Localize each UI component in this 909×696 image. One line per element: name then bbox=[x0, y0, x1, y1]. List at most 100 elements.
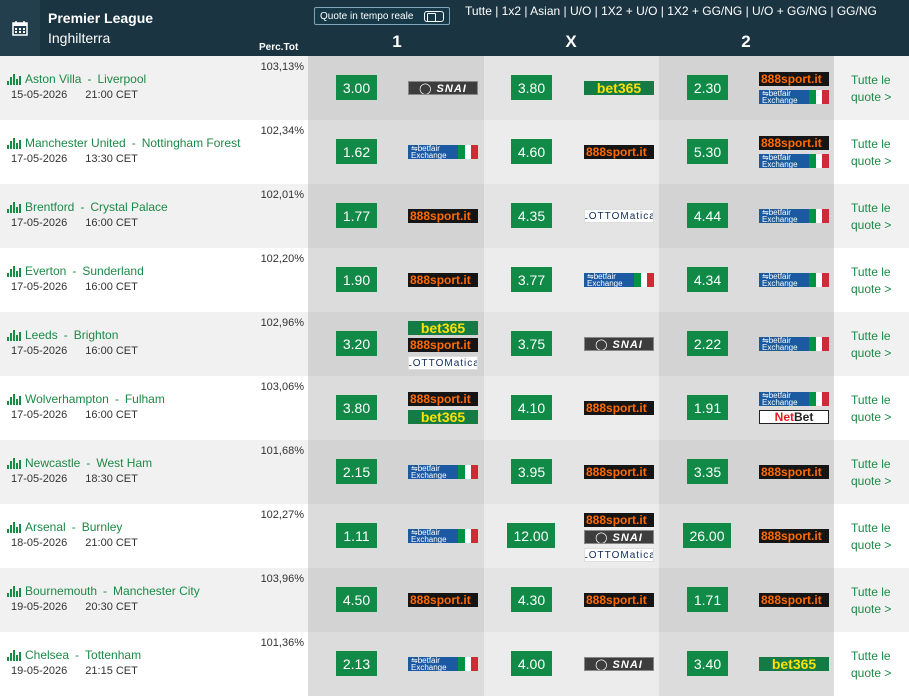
lottomatica-logo[interactable]: LOTTOMatica bbox=[584, 209, 654, 223]
all-odds-label[interactable]: Tutte le bbox=[851, 584, 891, 601]
away-team[interactable]: Sunderland bbox=[82, 264, 143, 278]
odds-button-2[interactable]: 1.71 bbox=[687, 587, 728, 612]
odds-button-1[interactable]: 2.13 bbox=[336, 651, 377, 676]
888sport-logo[interactable]: 888 sport.it bbox=[408, 209, 478, 223]
netbet-logo[interactable]: Net Bet bbox=[759, 410, 829, 424]
match-teams[interactable]: Wolverhampton - Fulham bbox=[25, 392, 165, 406]
match-teams[interactable]: Brentford - Crystal Palace bbox=[25, 200, 168, 214]
away-team[interactable]: Burnley bbox=[82, 520, 123, 534]
snai-logo[interactable]: ◯ SNAI bbox=[584, 657, 654, 671]
odds-button-1[interactable]: 3.20 bbox=[336, 331, 377, 356]
home-team[interactable]: Chelsea bbox=[25, 648, 69, 662]
all-odds-link[interactable]: Tutte le quote > bbox=[851, 264, 891, 298]
odds-button-2[interactable]: 1.91 bbox=[687, 395, 728, 420]
snai-logo[interactable]: ◯ SNAI bbox=[408, 81, 478, 95]
888sport-logo[interactable]: 888 sport.it bbox=[408, 273, 478, 287]
888sport-logo[interactable]: 888 sport.it bbox=[759, 72, 829, 86]
snai-logo[interactable]: ◯ SNAI bbox=[584, 337, 654, 351]
odds-button-2[interactable]: 3.40 bbox=[687, 651, 728, 676]
888sport-logo[interactable]: 888 sport.it bbox=[759, 136, 829, 150]
match-teams[interactable]: Aston Villa - Liverpool bbox=[25, 72, 146, 86]
lottomatica-logo[interactable]: LOTTOMatica bbox=[584, 548, 654, 562]
betfair-exchange-logo[interactable]: ⇋betfair Exchange bbox=[759, 90, 829, 104]
stats-icon[interactable] bbox=[7, 74, 21, 85]
odds-button-2[interactable]: 4.34 bbox=[687, 267, 728, 292]
live-odds-toggle[interactable]: Quote in tempo reale bbox=[314, 7, 450, 25]
home-team[interactable]: Newcastle bbox=[25, 456, 80, 470]
888sport-logo[interactable]: 888 sport.it bbox=[584, 465, 654, 479]
match-teams[interactable]: Everton - Sunderland bbox=[25, 264, 144, 278]
all-odds-label[interactable]: quote > bbox=[851, 665, 891, 682]
stats-icon[interactable] bbox=[7, 458, 21, 469]
toggle-icon[interactable] bbox=[424, 11, 444, 22]
match-teams[interactable]: Newcastle - West Ham bbox=[25, 456, 152, 470]
betfair-exchange-logo[interactable]: ⇋betfair Exchange bbox=[408, 657, 478, 671]
odds-button-1[interactable]: 4.50 bbox=[336, 587, 377, 612]
home-team[interactable]: Manchester United bbox=[25, 136, 126, 150]
all-odds-label[interactable]: quote > bbox=[851, 537, 891, 554]
betfair-exchange-logo[interactable]: ⇋betfair Exchange bbox=[408, 465, 478, 479]
stats-icon[interactable] bbox=[7, 522, 21, 533]
all-odds-link[interactable]: Tutte le quote > bbox=[851, 584, 891, 618]
odds-button-1[interactable]: 1.11 bbox=[336, 523, 377, 548]
match-teams[interactable]: Manchester United - Nottingham Forest bbox=[25, 136, 240, 150]
all-odds-link[interactable]: Tutte le quote > bbox=[851, 392, 891, 426]
odds-button-x[interactable]: 4.35 bbox=[511, 203, 552, 228]
odds-button-x[interactable]: 4.60 bbox=[511, 139, 552, 164]
all-odds-label[interactable]: quote > bbox=[851, 89, 891, 106]
odds-button-2[interactable]: 2.30 bbox=[687, 75, 728, 100]
bet365-logo[interactable]: bet365 bbox=[759, 657, 829, 671]
match-teams[interactable]: Bournemouth - Manchester City bbox=[25, 584, 200, 598]
home-team[interactable]: Arsenal bbox=[25, 520, 66, 534]
odds-button-1[interactable]: 3.00 bbox=[336, 75, 377, 100]
888sport-logo[interactable]: 888 sport.it bbox=[759, 593, 829, 607]
betfair-exchange-logo[interactable]: ⇋betfair Exchange bbox=[759, 273, 829, 287]
away-team[interactable]: Crystal Palace bbox=[90, 200, 167, 214]
all-odds-label[interactable]: Tutte le bbox=[851, 264, 891, 281]
bet365-logo[interactable]: bet365 bbox=[408, 321, 478, 335]
odds-button-x[interactable]: 3.77 bbox=[511, 267, 552, 292]
away-team[interactable]: Manchester City bbox=[113, 584, 200, 598]
all-odds-label[interactable]: quote > bbox=[851, 153, 891, 170]
home-team[interactable]: Brentford bbox=[25, 200, 74, 214]
lottomatica-logo[interactable]: LOTTOMatica bbox=[408, 356, 478, 370]
888sport-logo[interactable]: 888 sport.it bbox=[584, 593, 654, 607]
all-odds-link[interactable]: Tutte le quote > bbox=[851, 72, 891, 106]
all-odds-label[interactable]: quote > bbox=[851, 281, 891, 298]
odds-button-x[interactable]: 12.00 bbox=[507, 523, 555, 548]
betfair-exchange-logo[interactable]: ⇋betfair Exchange bbox=[759, 154, 829, 168]
odds-button-2[interactable]: 4.44 bbox=[687, 203, 728, 228]
all-odds-label[interactable]: Tutte le bbox=[851, 456, 891, 473]
stats-icon[interactable] bbox=[7, 138, 21, 149]
888sport-logo[interactable]: 888 sport.it bbox=[759, 465, 829, 479]
888sport-logo[interactable]: 888 sport.it bbox=[584, 401, 654, 415]
stats-icon[interactable] bbox=[7, 330, 21, 341]
betfair-exchange-logo[interactable]: ⇋betfair Exchange bbox=[408, 145, 478, 159]
away-team[interactable]: Brighton bbox=[74, 328, 119, 342]
stats-icon[interactable] bbox=[7, 266, 21, 277]
all-odds-label[interactable]: Tutte le bbox=[851, 328, 891, 345]
all-odds-label[interactable]: Tutte le bbox=[851, 648, 891, 665]
home-team[interactable]: Bournemouth bbox=[25, 584, 97, 598]
888sport-logo[interactable]: 888 sport.it bbox=[408, 338, 478, 352]
all-odds-label[interactable]: quote > bbox=[851, 473, 891, 490]
bet365-logo[interactable]: bet365 bbox=[584, 81, 654, 95]
home-team[interactable]: Aston Villa bbox=[25, 72, 81, 86]
betfair-exchange-logo[interactable]: ⇋betfair Exchange bbox=[408, 529, 478, 543]
odds-button-x[interactable]: 3.95 bbox=[511, 459, 552, 484]
odds-button-1[interactable]: 1.77 bbox=[336, 203, 377, 228]
all-odds-label[interactable]: quote > bbox=[851, 601, 891, 618]
all-odds-label[interactable]: quote > bbox=[851, 409, 891, 426]
all-odds-label[interactable]: quote > bbox=[851, 217, 891, 234]
away-team[interactable]: West Ham bbox=[96, 456, 152, 470]
away-team[interactable]: Fulham bbox=[125, 392, 165, 406]
market-filter-links[interactable]: Tutte | 1x2 | Asian | U/O | 1X2 + U/O | … bbox=[465, 4, 877, 18]
stats-icon[interactable] bbox=[7, 394, 21, 405]
odds-button-x[interactable]: 3.75 bbox=[511, 331, 552, 356]
all-odds-label[interactable]: Tutte le bbox=[851, 392, 891, 409]
odds-button-x[interactable]: 4.10 bbox=[511, 395, 552, 420]
odds-button-2[interactable]: 5.30 bbox=[687, 139, 728, 164]
away-team[interactable]: Tottenham bbox=[85, 648, 141, 662]
stats-icon[interactable] bbox=[7, 202, 21, 213]
match-teams[interactable]: Arsenal - Burnley bbox=[25, 520, 122, 534]
